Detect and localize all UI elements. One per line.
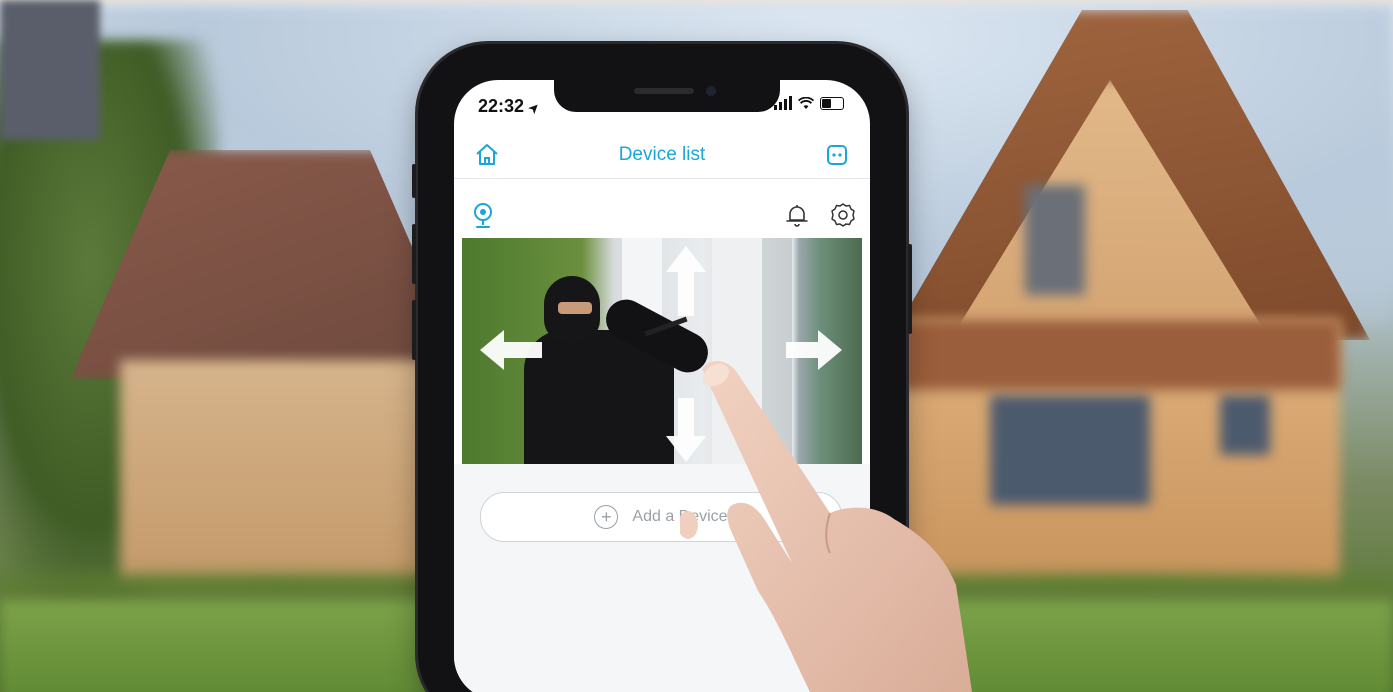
page-title: Device list	[618, 144, 706, 165]
product-scene: 22:32 ➤ Device list + Add a Device	[0, 0, 1393, 692]
gear-icon[interactable]	[830, 202, 856, 228]
wifi-icon	[798, 96, 814, 109]
intruder-eyes	[558, 302, 592, 314]
bell-icon[interactable]	[784, 202, 810, 228]
pointing-hand	[680, 360, 972, 692]
camera-icon	[474, 203, 492, 228]
house-left-body	[120, 360, 440, 580]
plug-icon[interactable]	[826, 144, 848, 166]
pan-left-arrow-icon[interactable]	[480, 330, 542, 370]
device-card-header	[454, 198, 870, 234]
signal-icon	[774, 96, 792, 110]
front-camera	[706, 86, 716, 96]
tilt-up-arrow-icon[interactable]	[666, 246, 706, 316]
location-arrow-icon: ➤	[525, 99, 543, 117]
house-left-window	[0, 0, 100, 140]
notch	[554, 80, 780, 112]
house-right-window	[990, 395, 1150, 505]
status-indicators	[774, 96, 844, 110]
plus-circle-icon: +	[594, 505, 619, 529]
house-right-window	[1025, 185, 1085, 295]
mute-switch	[412, 164, 416, 198]
volume-down-button	[412, 300, 416, 360]
nav-bar: Device list	[454, 132, 870, 179]
earpiece-speaker	[634, 88, 694, 94]
house-right-window	[1220, 395, 1270, 455]
battery-icon	[820, 96, 844, 110]
volume-up-button	[412, 224, 416, 284]
power-button	[908, 244, 912, 334]
status-time-text: 22:32	[478, 96, 525, 116]
status-time: 22:32 ➤	[478, 96, 543, 117]
